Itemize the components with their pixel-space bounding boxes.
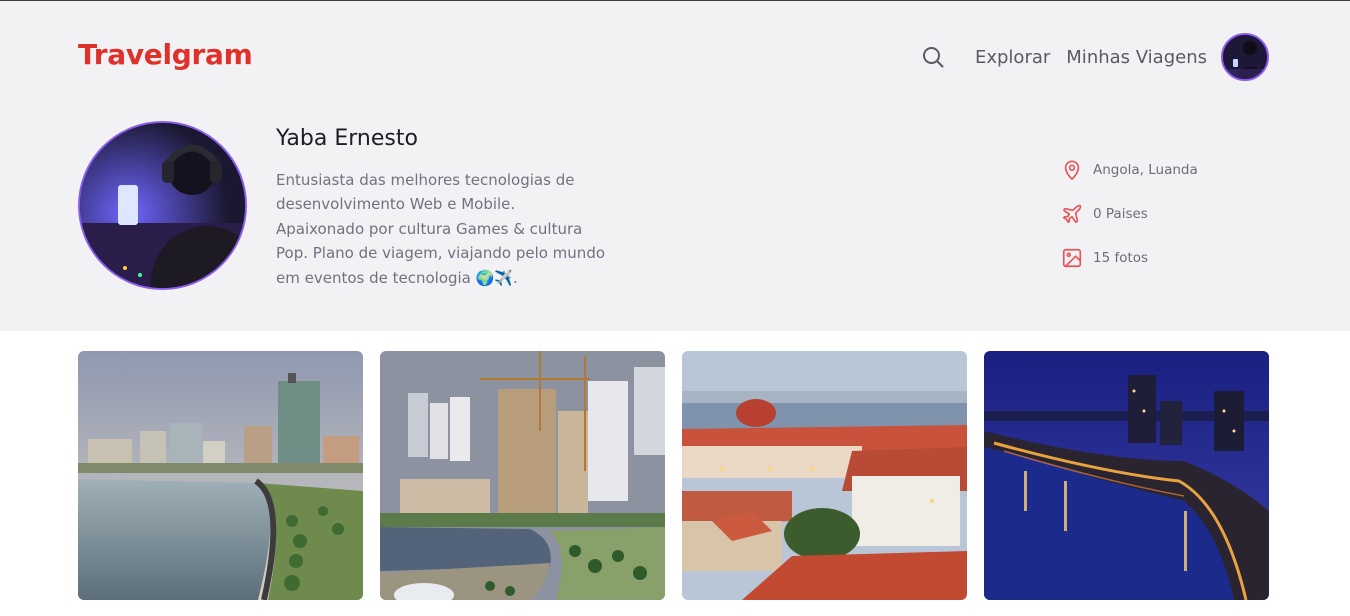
airplane-icon [1062, 204, 1082, 224]
profile-bio: Entusiasta das melhores tecnologias de d… [276, 171, 606, 287]
gallery-photo-3[interactable] [682, 351, 967, 600]
stat-photos-label: 15 fotos [1093, 250, 1149, 266]
gallery-photo-4[interactable] [984, 351, 1269, 600]
stat-countries-label: 0 Paises [1093, 206, 1148, 222]
nav-minhas-viagens[interactable]: Minhas Viagens [1066, 47, 1207, 68]
photo-gallery [78, 351, 1269, 600]
stat-location: Angola, Luanda [1061, 148, 1198, 192]
top-nav: Explorar Minhas Viagens [921, 33, 1269, 81]
image-icon [1062, 248, 1082, 268]
search-icon[interactable] [921, 45, 945, 69]
profile-stats: Angola, Luanda 0 Paises 15 fotos [1061, 148, 1198, 280]
logo[interactable]: Travelgram [78, 38, 253, 71]
map-pin-icon [1064, 160, 1080, 180]
nav-explorar[interactable]: Explorar [975, 47, 1050, 68]
stat-photos: 15 fotos [1061, 236, 1198, 280]
stat-countries: 0 Paises [1061, 192, 1198, 236]
profile-avatar [78, 121, 247, 290]
profile-name: Yaba Ernesto [276, 126, 418, 151]
stat-location-label: Angola, Luanda [1093, 162, 1198, 178]
user-avatar[interactable] [1221, 33, 1269, 81]
gallery-photo-2[interactable] [380, 351, 665, 600]
gallery-photo-1[interactable] [78, 351, 363, 600]
